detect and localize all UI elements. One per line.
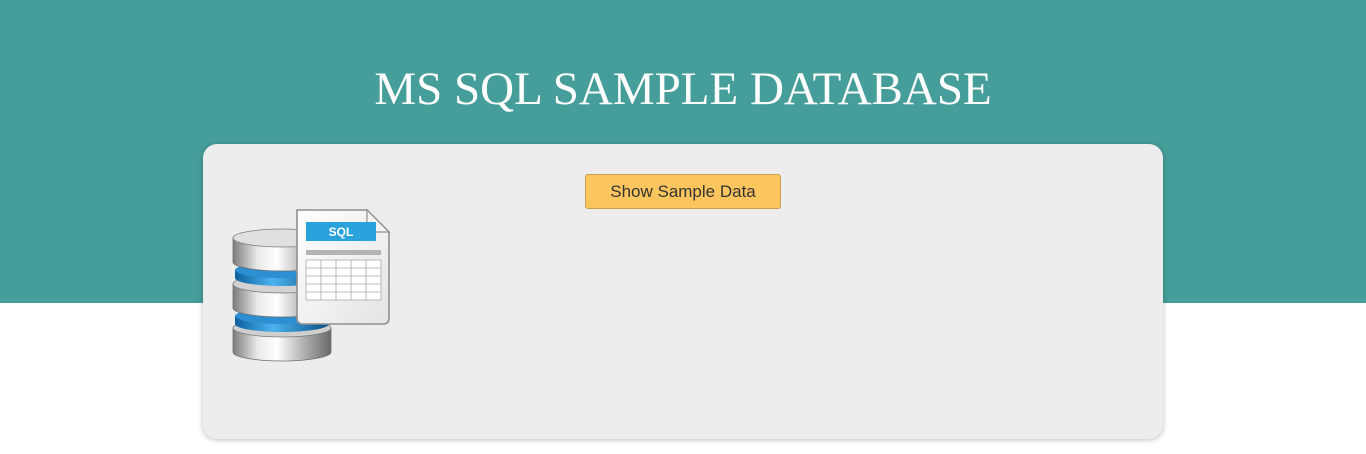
show-sample-data-button[interactable]: Show Sample Data (585, 174, 781, 209)
content-card: Show Sample Data SQL (203, 144, 1163, 439)
sql-badge-text: SQL (329, 225, 354, 239)
page-title: MS SQL SAMPLE DATABASE (374, 63, 992, 115)
sql-database-icon: SQL (232, 208, 391, 362)
